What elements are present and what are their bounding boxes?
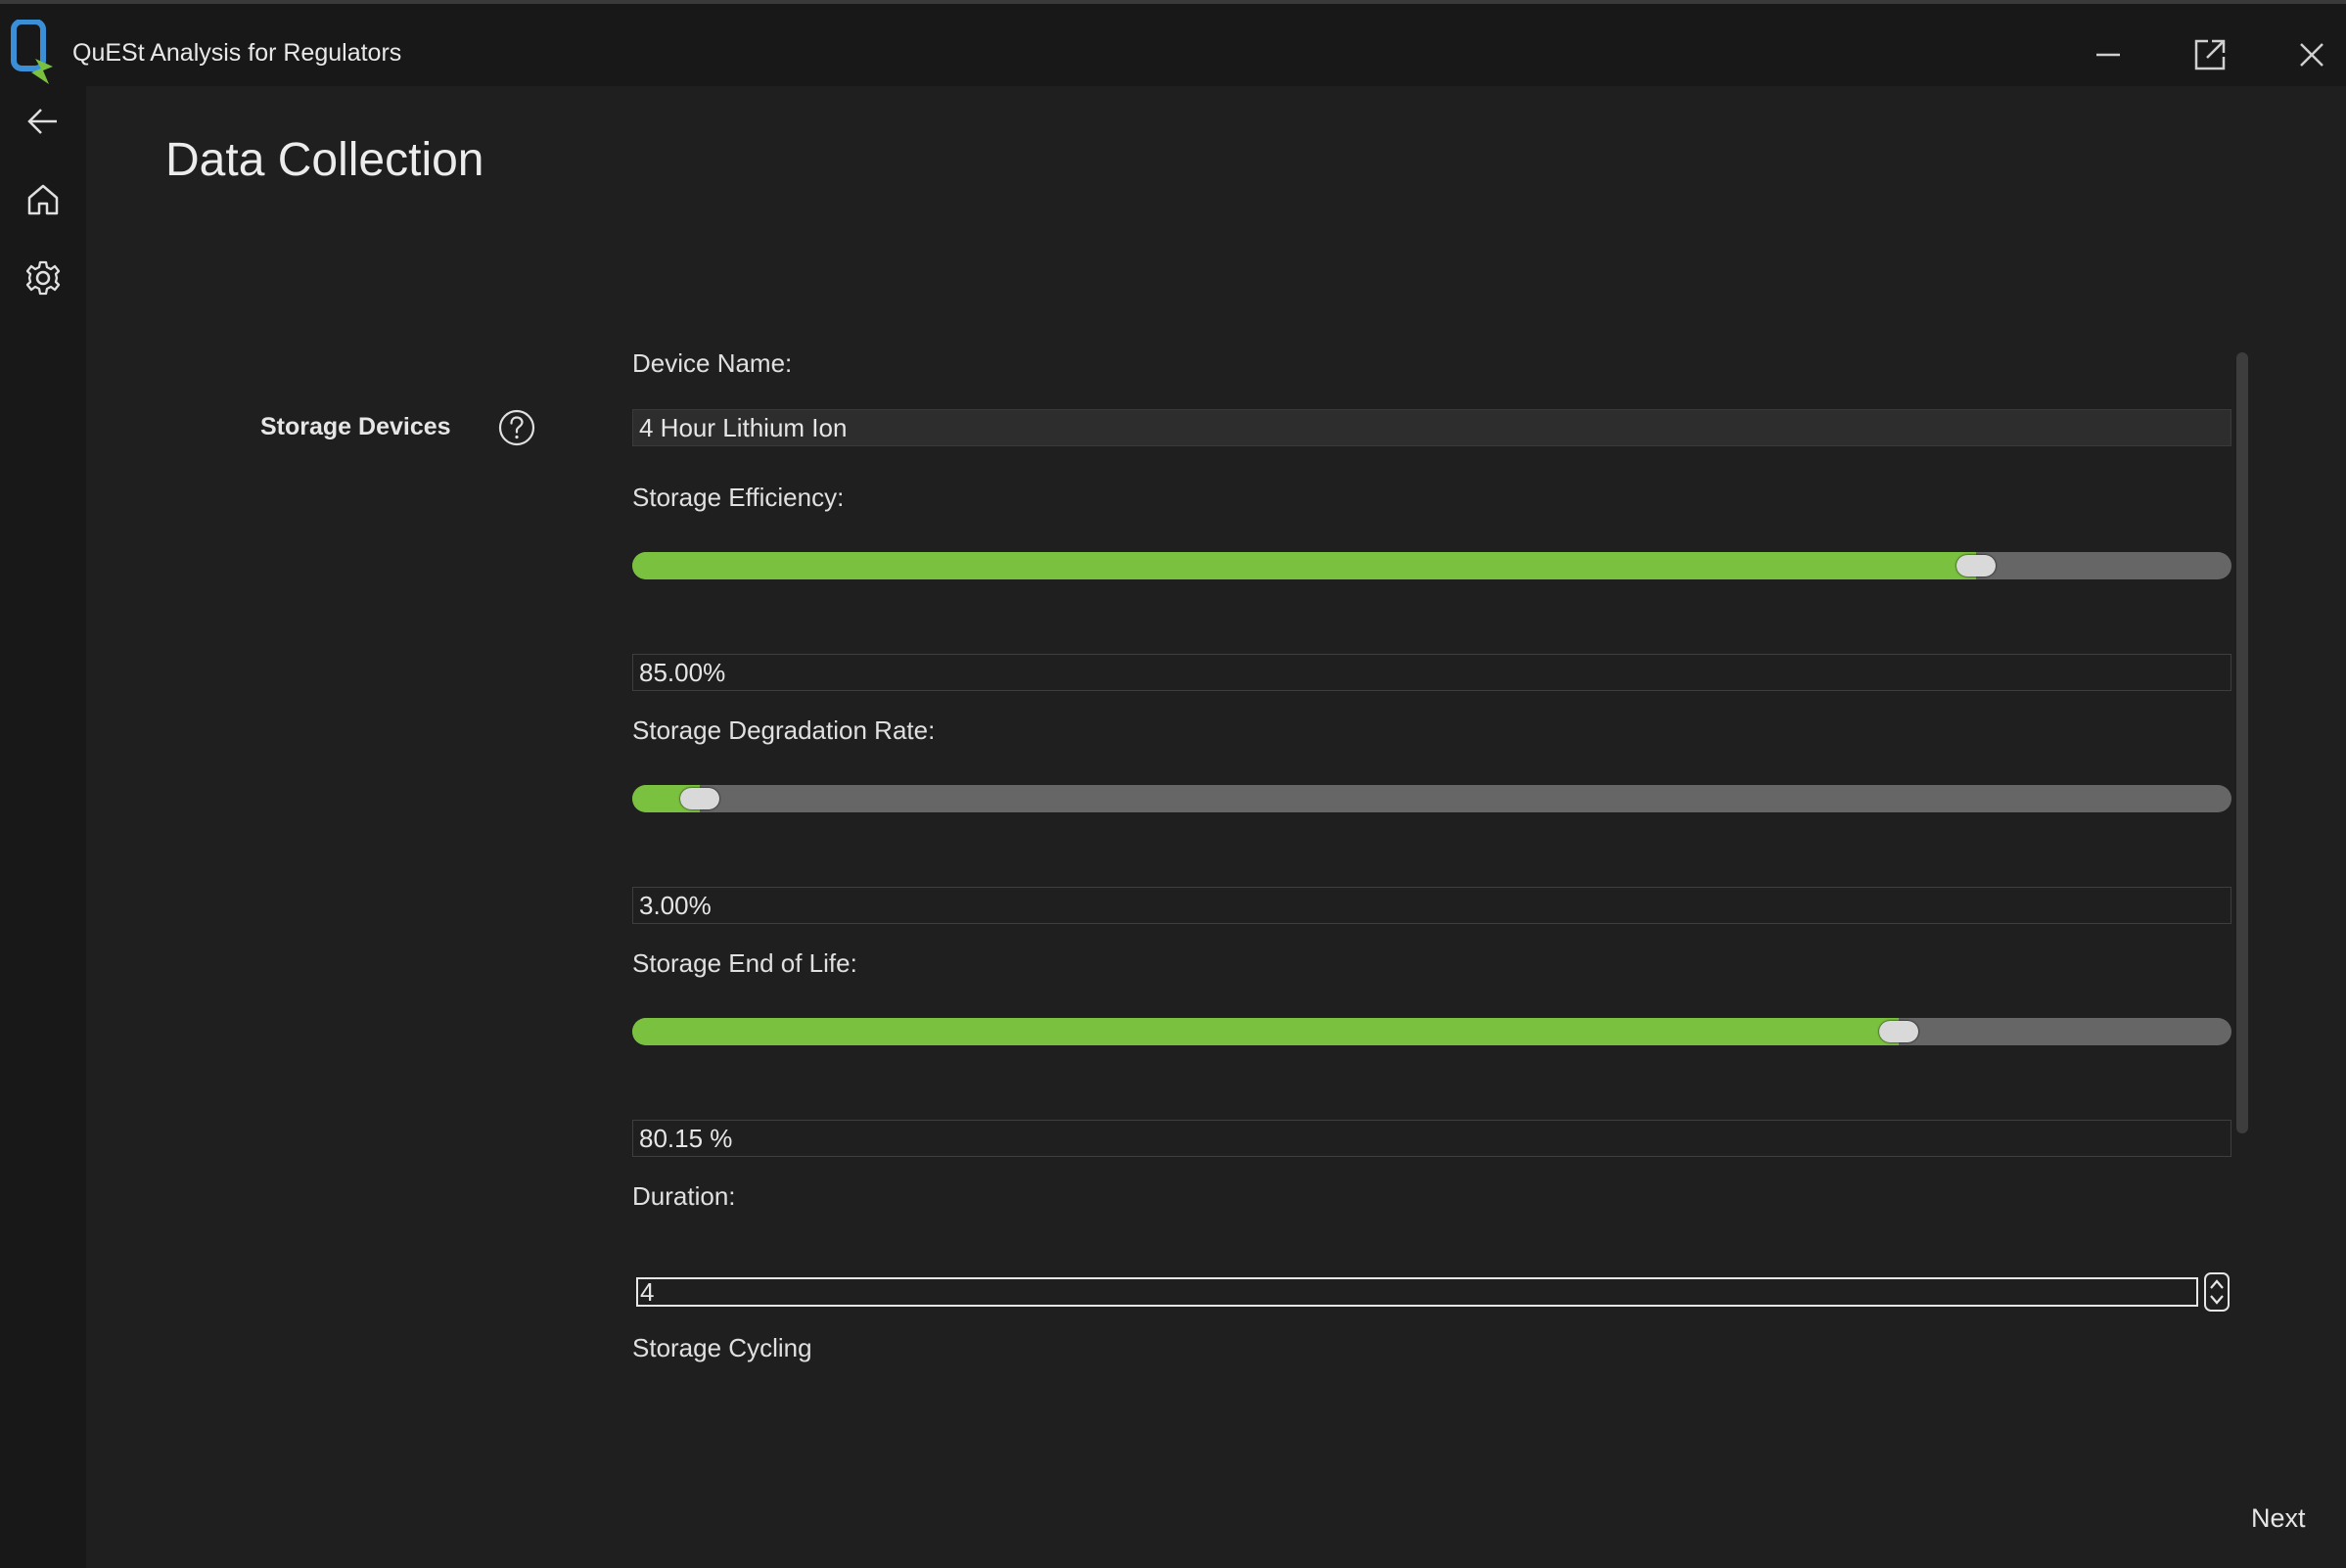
arrow-left-icon [27, 109, 57, 134]
end-of-life-slider[interactable] [632, 1018, 2231, 1045]
storage-cycling-label: Storage Cycling [632, 1333, 812, 1362]
minimize-button[interactable] [2085, 31, 2132, 78]
title-bar: QuESt Analysis for Regulators [0, 4, 2346, 86]
close-icon [2300, 43, 2323, 67]
app-logo-icon [11, 20, 53, 84]
slider-thumb[interactable] [1879, 1021, 1919, 1042]
degradation-rate-slider[interactable] [632, 785, 2231, 812]
pop-out-icon [2194, 39, 2226, 70]
duration-label: Duration: [632, 1181, 736, 1211]
section-label-storage-devices: Storage Devices [260, 413, 451, 440]
storage-efficiency-label: Storage Efficiency: [632, 483, 845, 512]
device-name-input[interactable]: 4 Hour Lithium Ion [632, 409, 2231, 446]
form-scrollbar[interactable] [2236, 352, 2248, 1133]
slider-thumb[interactable] [679, 788, 719, 809]
storage-efficiency-input[interactable]: 85.00% [632, 654, 2231, 691]
gear-icon [25, 260, 61, 296]
slider-thumb[interactable] [1955, 555, 1996, 576]
slider-track [632, 785, 2231, 812]
sidebar [0, 86, 86, 1568]
end-of-life-input[interactable]: 80.15 % [632, 1120, 2231, 1157]
question-circle-icon[interactable] [497, 408, 536, 447]
next-button[interactable]: Next [2251, 1503, 2306, 1534]
duration-spinbox[interactable]: 4 [636, 1277, 2198, 1307]
degradation-rate-label: Storage Degradation Rate: [632, 715, 936, 745]
home-button[interactable] [12, 168, 74, 231]
minimize-icon [2096, 53, 2120, 57]
device-name-label: Device Name: [632, 348, 793, 378]
pop-out-button[interactable] [2186, 31, 2233, 78]
settings-button[interactable] [12, 247, 74, 309]
slider-fill [632, 552, 1976, 579]
back-button[interactable] [12, 90, 74, 153]
chevron-up-icon[interactable] [2207, 1276, 2227, 1292]
slider-fill [632, 1018, 1900, 1045]
chevron-down-icon[interactable] [2207, 1292, 2227, 1308]
degradation-rate-input[interactable]: 3.00% [632, 887, 2231, 924]
home-icon [27, 184, 59, 215]
app-title: QuESt Analysis for Regulators [72, 39, 402, 67]
page-title: Data Collection [165, 134, 484, 186]
end-of-life-label: Storage End of Life: [632, 948, 857, 978]
close-button[interactable] [2288, 31, 2335, 78]
duration-spin-buttons [2204, 1272, 2230, 1312]
storage-efficiency-slider[interactable] [632, 552, 2231, 579]
